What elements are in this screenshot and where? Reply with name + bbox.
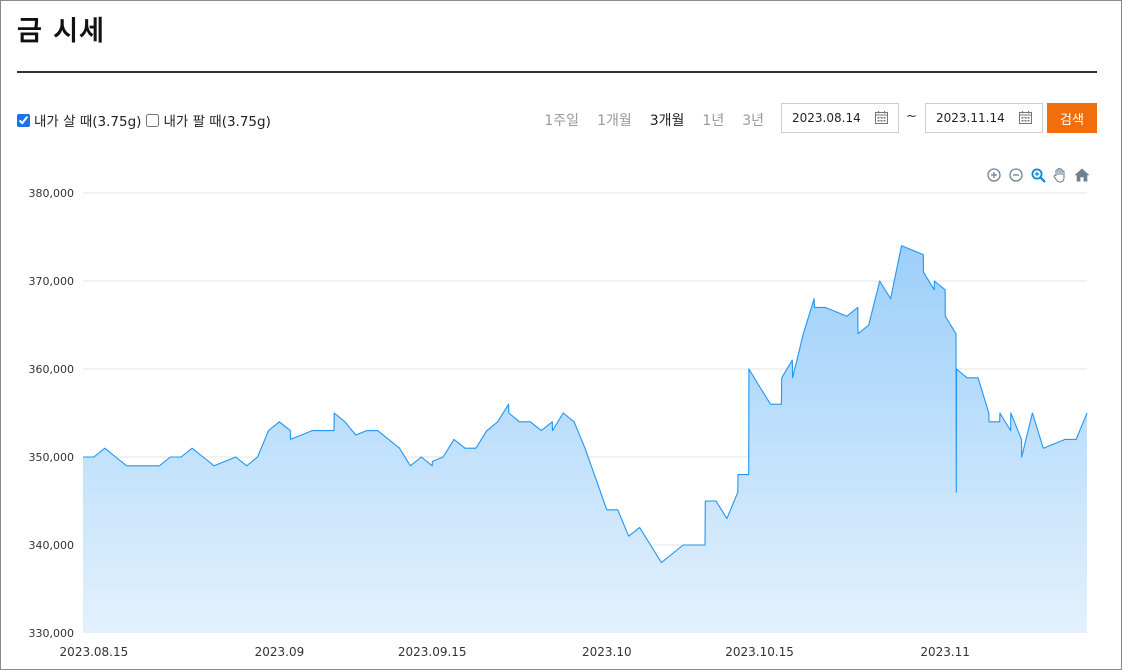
calendar-icon[interactable] bbox=[875, 111, 888, 124]
y-tick-label: 360,000 bbox=[29, 363, 75, 376]
period-3months[interactable]: 3개월 bbox=[650, 110, 685, 130]
sell-label: 내가 팔 때(3.75g) bbox=[163, 114, 271, 130]
period-1week[interactable]: 1주일 bbox=[544, 110, 579, 130]
period-3years[interactable]: 3년 bbox=[742, 110, 764, 130]
buy-label: 내가 살 때(3.75g) bbox=[34, 114, 142, 130]
sell-checkbox[interactable] bbox=[146, 113, 160, 127]
buy-option[interactable]: 내가 살 때(3.75g) bbox=[17, 110, 141, 130]
x-tick-label: 2023.10 bbox=[582, 645, 632, 659]
x-tick-label: 2023.11 bbox=[920, 645, 970, 659]
search-button[interactable]: 검색 bbox=[1047, 103, 1097, 133]
start-date-input[interactable] bbox=[792, 111, 872, 125]
buy-checkbox[interactable] bbox=[17, 113, 30, 127]
page-title: 금 시세 bbox=[17, 16, 105, 47]
period-1month[interactable]: 1개월 bbox=[597, 110, 632, 130]
period-1year[interactable]: 1년 bbox=[702, 110, 724, 130]
x-tick-label: 2023.08.15 bbox=[60, 645, 129, 659]
start-date-box[interactable] bbox=[781, 103, 899, 133]
sell-option[interactable]: 내가 팔 때(3.75g) bbox=[146, 110, 271, 130]
x-axis: 2023.08.15 2023.09 2023.09.15 2023.10 2023.1… bbox=[60, 645, 970, 659]
price-type-options: 내가 살 때(3.75g) 내가 팔 때(3.75g) bbox=[17, 110, 276, 130]
x-tick-label: 2023.09.15 bbox=[398, 645, 467, 659]
price-area bbox=[83, 245, 1087, 634]
calendar-icon[interactable] bbox=[1019, 111, 1032, 124]
filter-controls: 내가 살 때(3.75g) 내가 팔 때(3.75g) 1주일 1개월 3개월 … bbox=[17, 103, 1097, 135]
y-tick-label: 330,000 bbox=[29, 627, 75, 640]
period-selector: 1주일 1개월 3개월 1년 3년 bbox=[526, 110, 764, 130]
y-tick-label: 350,000 bbox=[29, 451, 75, 464]
end-date-input[interactable] bbox=[936, 111, 1016, 125]
y-tick-label: 340,000 bbox=[29, 539, 75, 552]
title-divider bbox=[17, 71, 1097, 73]
gold-price-chart[interactable]: 330,000 340,000 350,000 360,000 370,000 380,0… bbox=[1, 151, 1101, 666]
y-axis: 330,000 340,000 350,000 360,000 370,000 380,0… bbox=[29, 187, 75, 640]
date-separator: ~ bbox=[906, 109, 917, 124]
end-date-box[interactable] bbox=[925, 103, 1043, 133]
x-tick-label: 2023.10.15 bbox=[725, 645, 794, 659]
y-tick-label: 370,000 bbox=[29, 275, 75, 288]
x-tick-label: 2023.09 bbox=[255, 645, 305, 659]
y-tick-label: 380,000 bbox=[29, 187, 75, 200]
